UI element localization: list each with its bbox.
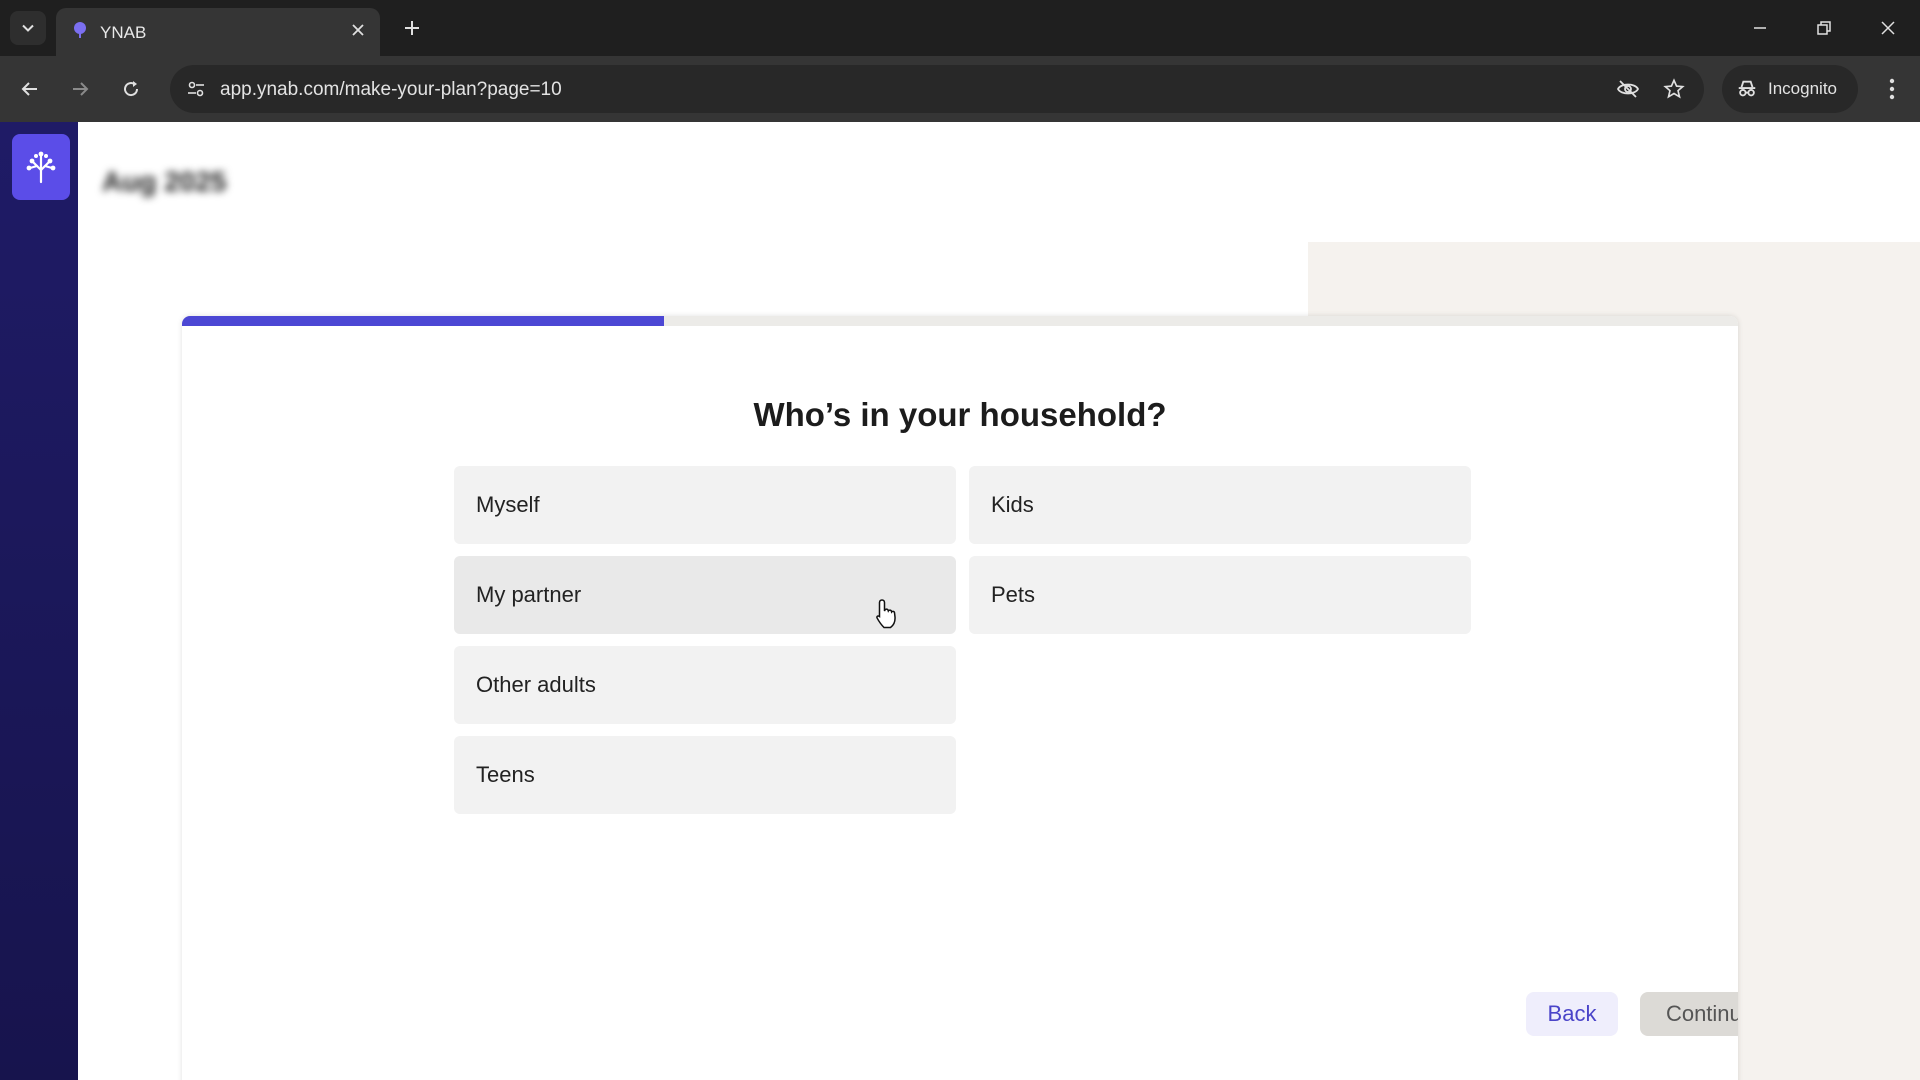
ynab-favicon-icon [74, 22, 86, 38]
app-sidebar [0, 122, 78, 1080]
restore-icon [1817, 21, 1831, 35]
tab-title: YNAB [100, 23, 147, 42]
hand-pointer-cursor-icon [876, 599, 896, 629]
close-window-button[interactable] [1864, 8, 1912, 48]
restore-button[interactable] [1800, 8, 1848, 48]
browser-tab-bar: YNAB [0, 0, 1920, 56]
option-kids[interactable]: Kids [969, 466, 1471, 544]
bookmark-button[interactable] [1658, 73, 1690, 105]
chevron-down-icon [22, 24, 34, 32]
option-other-adults[interactable]: Other adults [454, 646, 956, 724]
browser-menu-button[interactable] [1874, 71, 1910, 107]
star-icon [1663, 78, 1685, 99]
arrow-left-icon [21, 82, 37, 96]
kebab-menu-icon [1889, 78, 1895, 100]
address-bar[interactable]: app.ynab.com/make-your-plan?page=10 [170, 65, 1704, 113]
reload-button[interactable] [113, 71, 149, 107]
eye-off-icon [1616, 80, 1640, 98]
close-icon [352, 24, 364, 36]
onboarding-card: Who’s in your household? Myself My partn… [182, 316, 1738, 1080]
ynab-tree-logo-icon [26, 151, 56, 184]
minimize-button[interactable] [1736, 8, 1784, 48]
option-teens[interactable]: Teens [454, 736, 956, 814]
progress-bar [182, 316, 1738, 326]
option-myself[interactable]: Myself [454, 466, 956, 544]
month-title: Aug 2025 [102, 166, 227, 197]
tab-search-button[interactable] [10, 11, 46, 45]
site-info-button[interactable] [180, 73, 212, 105]
url-text[interactable]: app.ynab.com/make-your-plan?page=10 [220, 79, 562, 101]
question-heading: Who’s in your household? [753, 396, 1167, 433]
arrow-right-icon [73, 82, 89, 96]
progress-bar-fill [182, 316, 665, 326]
reload-icon [124, 81, 139, 97]
incognito-label: Incognito [1768, 79, 1837, 98]
ynab-logo-button[interactable] [12, 134, 70, 200]
forward-nav-button[interactable] [62, 71, 98, 107]
plus-icon [405, 21, 419, 35]
tune-icon [188, 81, 204, 97]
browser-tab[interactable]: YNAB [56, 8, 380, 56]
app-main: Aug 2025 Who’s in your household? Myself… [78, 122, 1920, 1080]
incognito-icon [1738, 80, 1756, 97]
new-tab-button[interactable] [396, 12, 428, 44]
back-nav-button[interactable] [12, 71, 48, 107]
incognito-indicator[interactable]: Incognito [1722, 65, 1858, 113]
close-icon [1881, 21, 1895, 35]
browser-toolbar: app.ynab.com/make-your-plan?page=10 Inco… [0, 56, 1920, 122]
continue-button[interactable]: Continue [1640, 992, 1738, 1036]
option-pets[interactable]: Pets [969, 556, 1471, 634]
minimize-icon [1754, 27, 1766, 29]
tab-close-button[interactable] [346, 18, 370, 42]
tracking-protection-button[interactable] [1612, 73, 1644, 105]
back-button[interactable]: Back [1526, 992, 1618, 1036]
